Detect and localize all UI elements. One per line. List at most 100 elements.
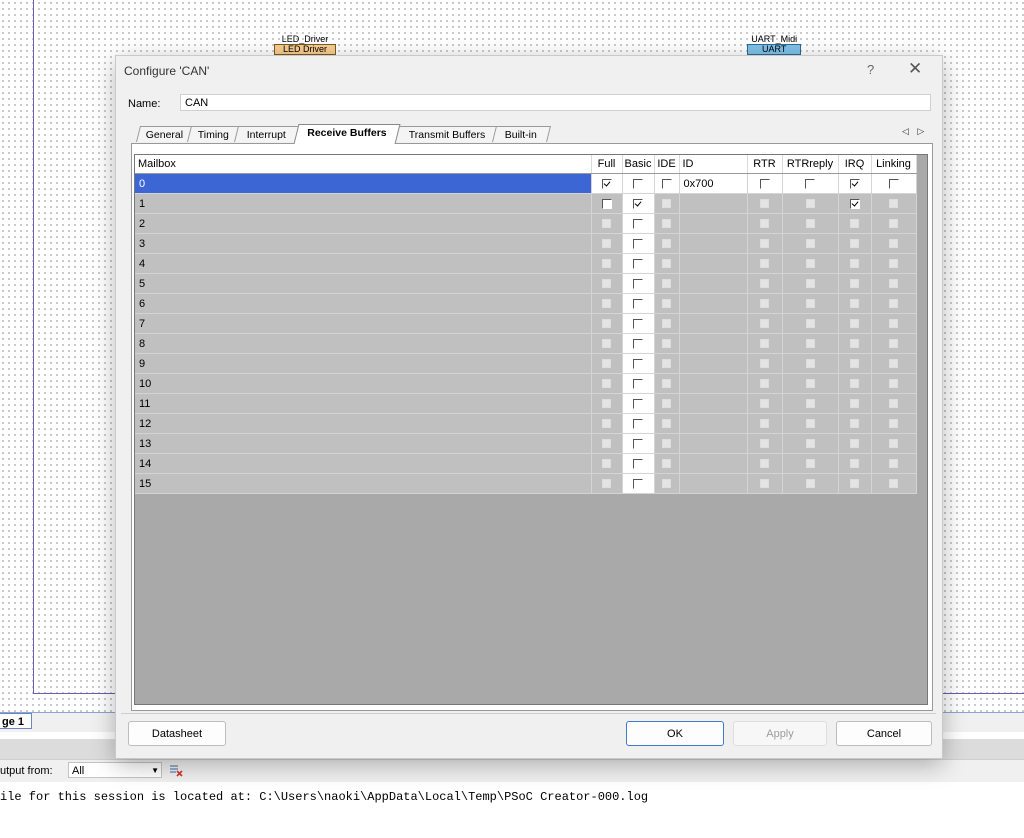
rtrreply-cell[interactable] [782,353,839,374]
id-cell[interactable] [679,193,748,214]
linking-cell[interactable] [871,313,917,334]
ide-cell[interactable] [654,453,680,474]
mailbox-cell[interactable]: 11 [135,393,592,414]
id-cell[interactable] [679,373,748,394]
col-header-rtrreply[interactable]: RTRreply [782,155,839,174]
irq-cell[interactable] [838,293,872,314]
rtrreply-cell[interactable] [782,233,839,254]
mailbox-cell[interactable]: 15 [135,473,592,494]
linking-cell[interactable] [871,373,917,394]
id-cell[interactable] [679,453,748,474]
irq-cell[interactable] [838,333,872,354]
ide-cell[interactable] [654,173,680,194]
irq-cell[interactable] [838,393,872,414]
basic-checkbox[interactable] [633,318,643,329]
apply-button[interactable]: Apply [733,721,827,746]
id-cell[interactable] [679,273,748,294]
mailbox-cell[interactable]: 13 [135,433,592,454]
rtrreply-cell[interactable] [782,293,839,314]
basic-checkbox[interactable] [633,358,643,369]
ide-cell[interactable] [654,253,680,274]
irq-cell[interactable] [838,353,872,374]
rtrreply-checkbox[interactable] [805,178,815,189]
irq-checkbox[interactable] [849,198,860,209]
basic-cell[interactable] [622,313,655,334]
mailbox-cell[interactable]: 9 [135,353,592,374]
id-cell[interactable] [679,313,748,334]
tab-general[interactable]: General [136,126,194,142]
rtr-cell[interactable] [747,273,783,294]
basic-checkbox[interactable] [633,238,643,249]
tab-interrupt[interactable]: Interrupt [234,126,300,142]
rtrreply-cell[interactable] [782,253,839,274]
rtrreply-cell[interactable] [782,313,839,334]
mailbox-row[interactable]: 14 [135,453,917,474]
rtr-cell[interactable] [747,213,783,234]
full-cell[interactable] [591,333,623,354]
linking-cell[interactable] [871,473,917,494]
rtr-cell[interactable] [747,253,783,274]
mailbox-cell[interactable]: 2 [135,213,592,234]
rtrreply-cell[interactable] [782,393,839,414]
irq-cell[interactable] [838,213,872,234]
full-cell[interactable] [591,273,623,294]
rtr-cell[interactable] [747,373,783,394]
rtrreply-cell[interactable] [782,193,839,214]
linking-cell[interactable] [871,453,917,474]
mailbox-cell[interactable]: 5 [135,273,592,294]
basic-checkbox[interactable] [633,198,643,209]
full-cell[interactable] [591,293,623,314]
ide-cell[interactable] [654,313,680,334]
mailbox-cell[interactable]: 12 [135,413,592,434]
basic-cell[interactable] [622,413,655,434]
rtr-cell[interactable] [747,193,783,214]
rtrreply-cell[interactable] [782,213,839,234]
uart-midi-component[interactable]: UART_Midi UART [747,35,802,55]
basic-cell[interactable] [622,473,655,494]
rtr-cell[interactable] [747,413,783,434]
led-driver-component[interactable]: LED_Driver LED Driver [274,35,337,55]
tab-receive-buffers[interactable]: Receive Buffers [293,124,401,144]
full-cell[interactable] [591,313,623,334]
mailbox-row[interactable]: 1 [135,193,917,214]
full-cell[interactable] [591,353,623,374]
linking-cell[interactable] [871,193,917,214]
id-cell[interactable] [679,473,748,494]
linking-cell[interactable] [871,393,917,414]
linking-cell[interactable] [871,213,917,234]
id-cell[interactable] [679,433,748,454]
rtrreply-cell[interactable] [782,433,839,454]
ide-checkbox[interactable] [661,178,672,189]
basic-cell[interactable] [622,233,655,254]
col-header-rtr[interactable]: RTR [747,155,783,174]
ok-button[interactable]: OK [626,721,724,746]
cancel-button[interactable]: Cancel [836,721,932,746]
basic-checkbox[interactable] [633,258,643,269]
mailbox-row[interactable]: 0 0x700 [135,173,917,194]
ide-cell[interactable] [654,373,680,394]
full-cell[interactable] [591,473,623,494]
col-header-irq[interactable]: IRQ [838,155,872,174]
id-cell[interactable] [679,413,748,434]
basic-cell[interactable] [622,333,655,354]
irq-cell[interactable] [838,173,872,194]
ide-cell[interactable] [654,293,680,314]
linking-checkbox[interactable] [888,178,899,189]
mailbox-cell[interactable]: 0 [135,173,592,194]
ide-cell[interactable] [654,393,680,414]
id-cell[interactable] [679,393,748,414]
linking-cell[interactable] [871,253,917,274]
mailbox-cell[interactable]: 10 [135,373,592,394]
id-cell[interactable] [679,293,748,314]
mailbox-cell[interactable]: 3 [135,233,592,254]
basic-cell[interactable] [622,213,655,234]
rtr-cell[interactable] [747,173,783,194]
mailbox-row[interactable]: 11 [135,393,917,414]
tab-transmit-buffers[interactable]: Transmit Buffers [395,126,499,142]
id-cell[interactable] [679,333,748,354]
clear-output-icon[interactable] [168,762,184,778]
basic-cell[interactable] [622,453,655,474]
irq-cell[interactable] [838,413,872,434]
name-input[interactable]: CAN [180,94,931,111]
col-header-full[interactable]: Full [591,155,623,174]
